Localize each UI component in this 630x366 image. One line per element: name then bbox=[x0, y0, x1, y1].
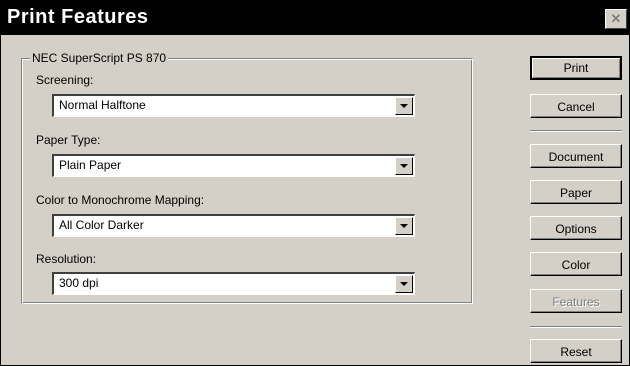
button-separator bbox=[530, 326, 622, 328]
resolution-value: 300 dpi bbox=[59, 276, 99, 290]
paper-type-value: Plain Paper bbox=[59, 158, 122, 172]
chevron-down-icon[interactable] bbox=[395, 217, 413, 235]
features-button: Features bbox=[530, 289, 622, 313]
color-mapping-label: Color to Monochrome Mapping: bbox=[36, 193, 205, 207]
title-bar[interactable]: Print Features ✕ bbox=[1, 1, 629, 35]
color-mapping-dropdown[interactable]: All Color Darker bbox=[52, 214, 415, 237]
paper-type-dropdown[interactable]: Plain Paper bbox=[52, 154, 415, 177]
window-title: Print Features bbox=[7, 6, 149, 28]
printer-settings-group: NEC SuperScript PS 870 Screening: Normal… bbox=[21, 51, 473, 304]
color-mapping-value: All Color Darker bbox=[59, 218, 144, 232]
paper-type-label: Paper Type: bbox=[36, 133, 101, 147]
color-button[interactable]: Color bbox=[530, 252, 622, 276]
document-button[interactable]: Document bbox=[530, 144, 622, 168]
screening-value: Normal Halftone bbox=[59, 98, 146, 112]
close-icon: ✕ bbox=[610, 11, 622, 26]
options-button[interactable]: Options bbox=[530, 216, 622, 240]
close-button[interactable]: ✕ bbox=[605, 9, 627, 29]
chevron-down-icon[interactable] bbox=[395, 275, 413, 293]
button-separator bbox=[530, 130, 622, 132]
group-legend: NEC SuperScript PS 870 bbox=[30, 51, 169, 65]
chevron-down-icon[interactable] bbox=[395, 97, 413, 115]
print-features-dialog: Print Features ✕ NEC SuperScript PS 870 … bbox=[0, 0, 630, 366]
screening-dropdown[interactable]: Normal Halftone bbox=[52, 94, 415, 117]
resolution-dropdown[interactable]: 300 dpi bbox=[52, 272, 415, 295]
resolution-label: Resolution: bbox=[36, 252, 97, 266]
reset-button[interactable]: Reset bbox=[530, 339, 622, 363]
cancel-button[interactable]: Cancel bbox=[530, 94, 622, 118]
paper-button[interactable]: Paper bbox=[530, 180, 622, 204]
screening-label: Screening: bbox=[36, 73, 94, 87]
chevron-down-icon[interactable] bbox=[395, 157, 413, 175]
print-button[interactable]: Print bbox=[530, 56, 622, 80]
